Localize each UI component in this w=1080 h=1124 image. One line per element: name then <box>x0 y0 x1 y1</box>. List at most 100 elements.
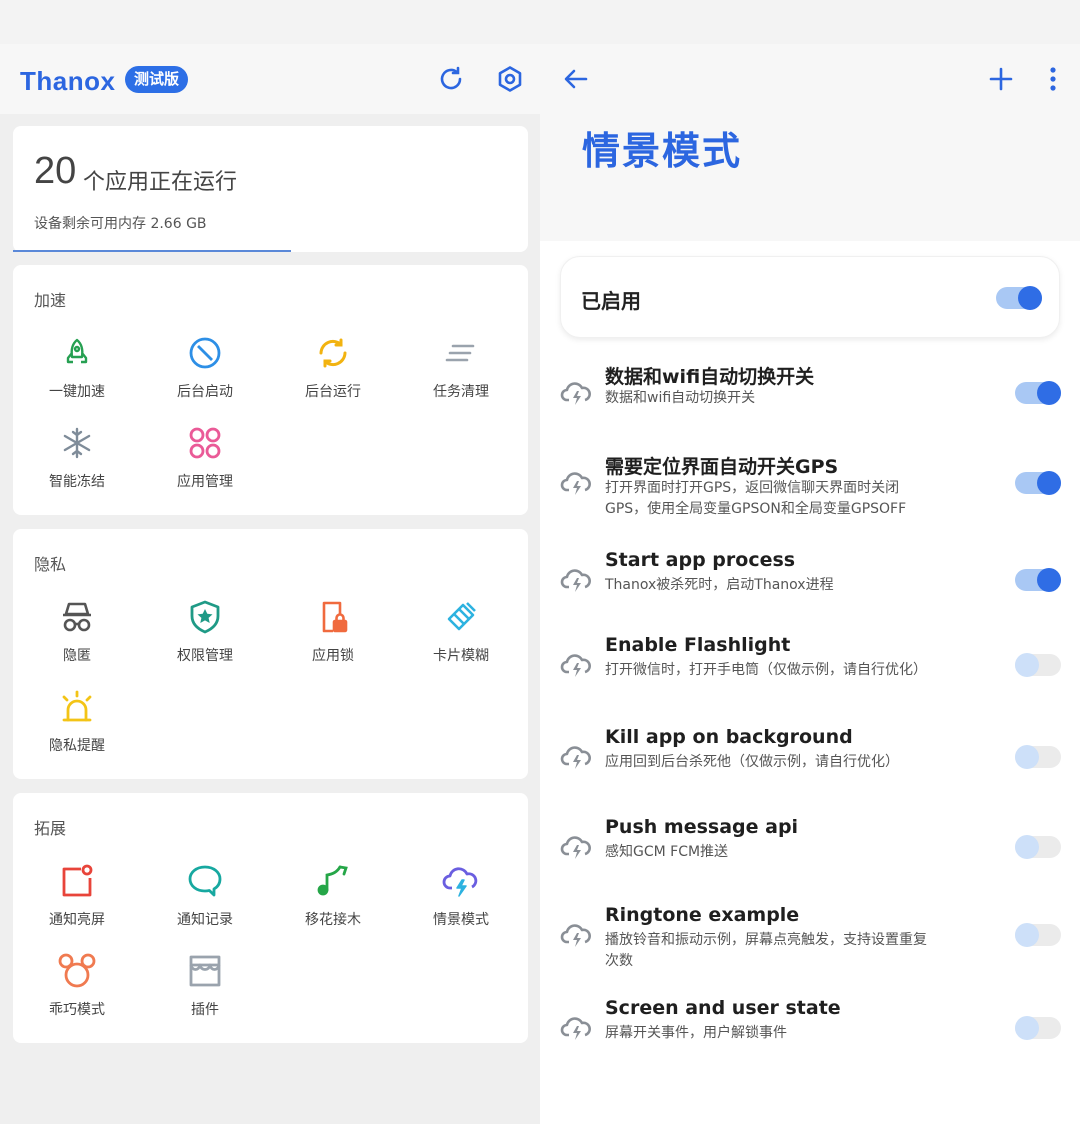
thanox-home-pane: Thanox 测试版 20 个应用正在运行 设备剩余可用内存 2.66 GB 加… <box>0 0 540 1124</box>
store-icon <box>185 951 225 991</box>
mouse-ears-icon <box>57 951 97 991</box>
cloud-bolt-icon <box>441 861 481 901</box>
master-enable-label: 已启用 <box>581 289 641 313</box>
tile-card-blur[interactable]: 卡片模糊 <box>397 597 525 677</box>
settings-icon[interactable] <box>494 63 526 95</box>
tile-task-cleanup[interactable]: 任务清理 <box>397 333 525 413</box>
scene-item-switch[interactable] <box>1015 835 1061 859</box>
apps-grid-icon <box>185 423 225 463</box>
tile-obedient-mode[interactable]: 乖巧模式 <box>13 951 141 1031</box>
master-enable-switch[interactable] <box>996 286 1042 310</box>
app-bar: Thanox 测试版 <box>0 44 540 114</box>
switch-knob <box>1015 653 1039 677</box>
tile-label: 任务清理 <box>433 384 489 400</box>
scene-item-switch[interactable] <box>1015 923 1061 947</box>
scene-item[interactable]: Push message api 感知GCM FCM推送 <box>540 812 1080 892</box>
switch-knob <box>1015 835 1039 859</box>
scene-mode-pane: 情景模式 已启用 数据和wifi自动切换开关 数据和wifi自动切换开关 需要定位界… <box>540 0 1080 1124</box>
tile-app-manage[interactable]: 应用管理 <box>141 423 269 503</box>
tile-label: 后台运行 <box>305 384 361 400</box>
scene-item-description: 屏幕开关事件，用户解锁事件 <box>605 1025 787 1041</box>
tile-label: 后台启动 <box>177 384 233 400</box>
available-memory-text: 设备剩余可用内存 2.66 GB <box>34 216 207 232</box>
tile-label: 隐匿 <box>63 648 91 664</box>
more-vert-icon[interactable] <box>1037 63 1069 95</box>
tile-plugins[interactable]: 插件 <box>141 951 269 1031</box>
memory-progress-bar <box>13 250 292 252</box>
section-title: 加速 <box>34 291 67 310</box>
running-app-label: 个应用正在运行 <box>83 170 238 195</box>
tile-label: 应用锁 <box>312 648 354 664</box>
scene-item[interactable]: Kill app on background 应用回到后台杀死他（仅做示例，请自行… <box>540 722 1080 802</box>
tile-scene-mode[interactable]: 情景模式 <box>397 861 525 941</box>
scene-item-title: 需要定位界面自动开关GPS <box>605 456 839 478</box>
beta-badge: 测试版 <box>125 66 189 93</box>
music-note-icon <box>313 861 353 901</box>
clear-all-icon <box>441 333 481 373</box>
running-apps-card[interactable]: 20 个应用正在运行 设备剩余可用内存 2.66 GB <box>13 126 528 252</box>
scene-item-title: Enable Flashlight <box>605 634 791 656</box>
switch-knob <box>1037 381 1061 405</box>
scene-item-description: 感知GCM FCM推送 <box>605 844 729 860</box>
add-icon[interactable] <box>985 63 1017 95</box>
cloud-bolt-icon <box>560 1011 592 1043</box>
tile-label: 通知亮屏 <box>49 912 105 928</box>
scene-item-title: Start app process <box>605 549 796 571</box>
switch-knob <box>1018 286 1042 310</box>
tile-graft[interactable]: 移花接木 <box>269 861 397 941</box>
tile-incognito[interactable]: 隐匿 <box>13 597 141 677</box>
tile-label: 插件 <box>191 1002 219 1018</box>
section-title: 拓展 <box>34 819 67 838</box>
back-arrow-icon[interactable] <box>560 63 592 95</box>
scene-item-title: Screen and user state <box>605 997 841 1019</box>
tile-label: 应用管理 <box>177 474 233 490</box>
cloud-bolt-icon <box>560 740 592 772</box>
scene-item[interactable]: Ringtone example 播放铃音和振动示例，屏幕点亮触发，支持设置重复次… <box>540 900 1080 980</box>
notification-badge-icon <box>57 861 97 901</box>
tile-smart-freeze[interactable]: 智能冻结 <box>13 423 141 503</box>
tile-notification-record[interactable]: 通知记录 <box>141 861 269 941</box>
scene-item-title: Kill app on background <box>605 726 853 748</box>
master-enable-card[interactable]: 已启用 <box>560 256 1060 338</box>
switch-knob <box>1015 1016 1039 1040</box>
section-speedup: 加速 一键加速 后台启动 后台运行 任务清理 智能冻结 应用管理 <box>13 265 528 515</box>
tile-one-key-speedup[interactable]: 一键加速 <box>13 333 141 413</box>
app-brand-title: Thanox <box>20 66 116 96</box>
tile-label: 智能冻结 <box>49 474 105 490</box>
scene-item-title: Push message api <box>605 816 799 838</box>
tile-label: 乖巧模式 <box>49 1002 105 1018</box>
scene-item-switch[interactable] <box>1015 1016 1061 1040</box>
scene-item-description: 打开界面时打开GPS，返回微信聊天界面时关闭GPS，使用全局变量GPSON和全局… <box>605 480 907 517</box>
scene-item[interactable]: 数据和wifi自动切换开关 数据和wifi自动切换开关 <box>540 358 1080 438</box>
status-bar <box>0 0 540 44</box>
scene-item-switch[interactable] <box>1015 653 1061 677</box>
section-privacy: 隐私 隐匿 权限管理 应用锁 卡片模糊 隐私提醒 <box>13 529 528 779</box>
incognito-icon <box>57 597 97 637</box>
eraser-icon <box>441 597 481 637</box>
scene-item-description: 数据和wifi自动切换开关 <box>605 390 756 406</box>
scene-item[interactable]: Enable Flashlight 打开微信时，打开手电筒（仅做示例，请自行优化） <box>540 630 1080 710</box>
scene-item-switch[interactable] <box>1015 381 1061 405</box>
scene-item[interactable]: 需要定位界面自动开关GPS 打开界面时打开GPS，返回微信聊天界面时关闭GPS，使… <box>540 448 1080 528</box>
scene-item-switch[interactable] <box>1015 745 1061 769</box>
cloud-bolt-icon <box>560 563 592 595</box>
snowflake-icon <box>57 423 97 463</box>
scene-item-switch[interactable] <box>1015 471 1061 495</box>
section-title: 隐私 <box>34 555 67 574</box>
scene-item-switch[interactable] <box>1015 568 1061 592</box>
tile-privacy-alert[interactable]: 隐私提醒 <box>13 687 141 767</box>
scene-item[interactable]: Screen and user state 屏幕开关事件，用户解锁事件 <box>540 993 1080 1073</box>
status-bar <box>540 0 1080 44</box>
refresh-icon[interactable] <box>435 63 467 95</box>
running-app-count: 20 <box>34 150 77 192</box>
tile-permission-manage[interactable]: 权限管理 <box>141 597 269 677</box>
block-icon <box>185 333 225 373</box>
tile-background-start[interactable]: 后台启动 <box>141 333 269 413</box>
scene-item[interactable]: Start app process Thanox被杀死时，启动Thanox进程 <box>540 545 1080 625</box>
chat-bubble-icon <box>185 861 225 901</box>
tile-app-lock[interactable]: 应用锁 <box>269 597 397 677</box>
tile-notification-wake[interactable]: 通知亮屏 <box>13 861 141 941</box>
cloud-bolt-icon <box>560 466 592 498</box>
cloud-bolt-icon <box>560 648 592 680</box>
tile-background-run[interactable]: 后台运行 <box>269 333 397 413</box>
